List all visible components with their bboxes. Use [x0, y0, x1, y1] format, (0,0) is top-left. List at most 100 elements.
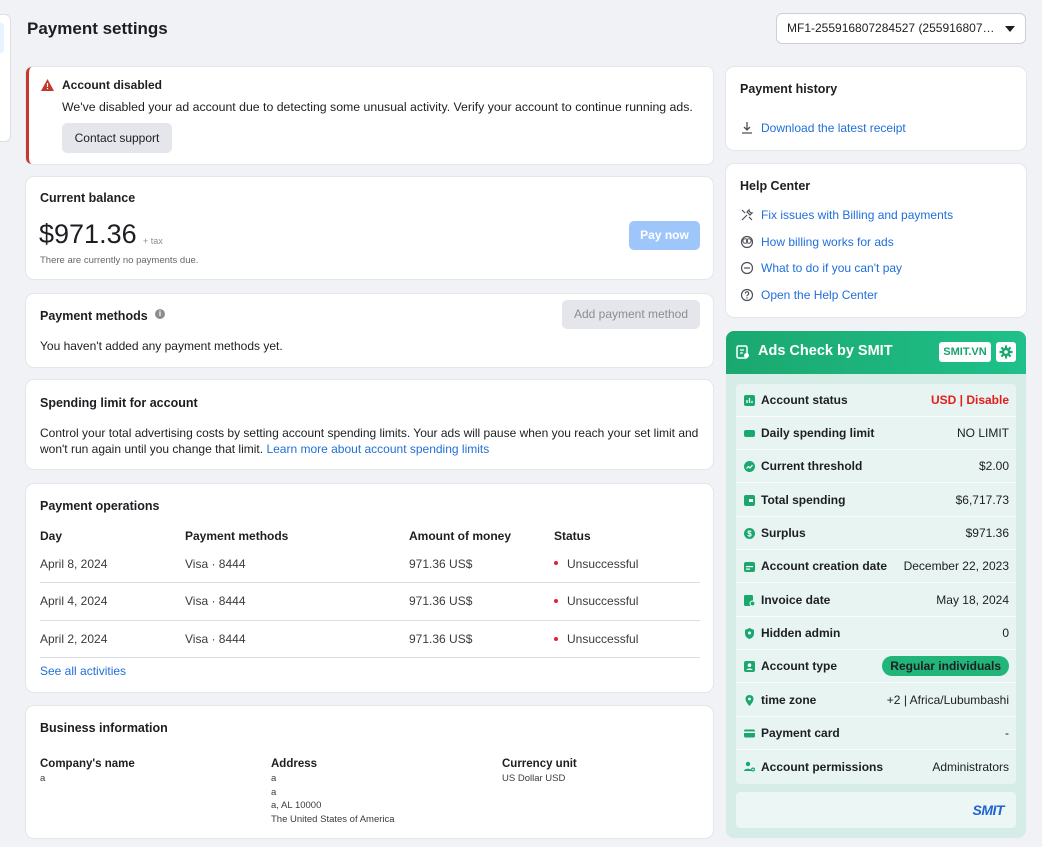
help-link-how-billing-works[interactable]: How billing works for ads	[740, 235, 894, 249]
ads-row-invoice-date: Invoice date May 18, 2024	[736, 584, 1016, 617]
help-link-cant-pay[interactable]: What to do if you can't pay	[740, 261, 902, 275]
spending-limit-title: Spending limit for account	[40, 396, 198, 410]
invoice-icon	[744, 594, 755, 606]
current-balance-card: Current balance $971.36 + tax There are …	[26, 177, 713, 279]
cell-status: Unsuccessful	[554, 620, 700, 658]
help-link-label: Open the Help Center	[761, 288, 878, 302]
row-label: Account type	[761, 659, 838, 673]
address-label: Address	[271, 758, 318, 770]
download-receipt-label: Download the latest receipt	[761, 121, 906, 135]
row-value: -	[1005, 726, 1009, 740]
row-label: Total spending	[761, 493, 846, 507]
add-payment-method-button[interactable]: Add payment method	[562, 300, 700, 329]
currency-label: Currency unit	[502, 758, 577, 770]
table-row[interactable]: April 8, 2024 Visa · 8444 971.36 US$ Uns…	[40, 545, 700, 583]
row-value: NO LIMIT	[956, 426, 1009, 440]
cell-amount: 971.36 US$	[409, 545, 554, 583]
ads-check-table: Account status USD | Disable Daily spend…	[736, 384, 1016, 784]
chevron-down-icon	[1005, 26, 1015, 32]
cell-amount: 971.36 US$	[409, 582, 554, 621]
spending-limit-learn-more-link[interactable]: Learn more about account spending limits	[266, 442, 489, 456]
status-text: Unsuccessful	[567, 594, 639, 609]
address-line: a	[271, 786, 277, 798]
shield-icon	[745, 627, 754, 639]
contact-support-button[interactable]: Contact support	[62, 123, 172, 153]
help-link-label: How billing works for ads	[761, 235, 894, 249]
business-information-title: Business information	[40, 721, 168, 735]
account-disabled-alert: Account disabled We've disabled your ad …	[26, 67, 713, 164]
balance-amount: $971.36	[39, 219, 137, 249]
ads-row-surplus: $ Surplus $971.36	[736, 517, 1016, 550]
download-receipt-link[interactable]: Download the latest receipt	[740, 121, 906, 135]
download-icon	[742, 122, 752, 134]
ads-check-panel: Ads Check by SMIT SMIT.VN Account status…	[726, 331, 1026, 838]
row-label: Account permissions	[761, 759, 884, 774]
left-nav-edge	[0, 14, 11, 142]
row-label: Account creation date	[761, 559, 888, 573]
cell-day: April 8, 2024	[40, 545, 185, 583]
payment-methods-card: Payment methods i You haven't added any …	[26, 294, 713, 367]
address-field: Address a a a, AL 10000 The United State…	[271, 757, 395, 826]
ads-row-threshold: Current threshold $2.00	[736, 450, 1016, 483]
left-nav-selected[interactable]	[0, 23, 4, 53]
row-label: Current threshold	[761, 459, 863, 473]
row-label: Payment card	[761, 726, 840, 740]
smit-logo[interactable]: SMIT	[973, 802, 1005, 818]
payment-operations-card: Payment operations Day Payment methods A…	[26, 484, 713, 692]
balance-note: There are currently no payments due.	[40, 255, 199, 266]
account-status-value: USD | Disable	[930, 393, 1009, 407]
ads-row-total-spending: Total spending $6,717.73	[736, 484, 1016, 517]
help-link-billing-issues[interactable]: Fix issues with Billing and payments	[740, 208, 953, 222]
row-label: Daily spending limit	[761, 426, 875, 440]
ads-row-account-status: Account status USD | Disable	[736, 384, 1016, 417]
wallet-icon	[744, 494, 755, 506]
smit-vn-link[interactable]: SMIT.VN	[939, 342, 991, 362]
ads-row-creation-date: Account creation date December 22, 2023	[736, 550, 1016, 583]
cell-method: Visa · 8444	[185, 620, 409, 658]
ads-row-daily-limit: Daily spending limit NO LIMIT	[736, 417, 1016, 450]
smit-footer: SMIT	[736, 792, 1016, 828]
status-text: Unsuccessful	[567, 631, 639, 646]
location-icon	[745, 694, 754, 706]
calendar-icon	[744, 561, 755, 572]
row-label: Account status	[761, 393, 848, 407]
help-center-title: Help Center	[740, 179, 811, 193]
payment-methods-title: Payment methods	[40, 309, 148, 323]
settings-button[interactable]	[996, 342, 1016, 362]
help-link-open-help-center[interactable]: Open the Help Center	[740, 288, 878, 302]
users-gear-icon	[744, 761, 755, 772]
card-icon	[744, 429, 755, 437]
company-name-label: Company's name	[40, 758, 135, 770]
address-line: a	[271, 773, 277, 784]
warning-icon	[41, 79, 54, 91]
balance-title: Current balance	[40, 191, 136, 205]
balance-tax: + tax	[143, 236, 163, 246]
see-all-activities-link[interactable]: See all activities	[40, 664, 126, 678]
payment-operations-table: Day Payment methods Amount of money Stat…	[40, 526, 700, 658]
ads-row-payment-card: Payment card -	[736, 717, 1016, 750]
cell-day: April 2, 2024	[40, 620, 185, 658]
column-header: Status	[554, 528, 591, 543]
spending-limit-description: Control your total advertising costs by …	[40, 425, 700, 457]
minus-circle-icon	[740, 261, 754, 275]
table-row[interactable]: April 2, 2024 Visa · 8444 971.36 US$ Uns…	[40, 620, 700, 658]
payment-operations-title: Payment operations	[40, 499, 160, 513]
row-label: time zone	[761, 693, 817, 707]
table-row[interactable]: April 4, 2024 Visa · 8444 971.36 US$ Uns…	[40, 582, 700, 621]
ads-row-hidden-admin: Hidden admin 0	[736, 617, 1016, 650]
company-name-field: Company's name a	[40, 757, 135, 786]
account-selector[interactable]: MF1-255916807284527 (255916807284527)	[776, 13, 1026, 44]
table-header-row: Day Payment methods Amount of money Stat…	[40, 526, 700, 545]
address-line: a, AL 10000	[271, 800, 322, 811]
gear-icon	[999, 345, 1013, 359]
credit-card-icon	[744, 729, 755, 737]
account-selector-value: MF1-255916807284527 (255916807284527)	[787, 21, 1026, 35]
address-line: The United States of America	[271, 813, 395, 825]
cell-amount: 971.36 US$	[409, 620, 554, 658]
page-title: Payment settings	[27, 19, 168, 38]
spending-limit-card: Spending limit for account Control your …	[26, 380, 713, 469]
dollar-icon: $	[744, 527, 755, 539]
id-card-icon	[744, 660, 755, 672]
info-icon[interactable]: i	[155, 309, 165, 319]
pay-now-button[interactable]: Pay now	[629, 221, 700, 250]
